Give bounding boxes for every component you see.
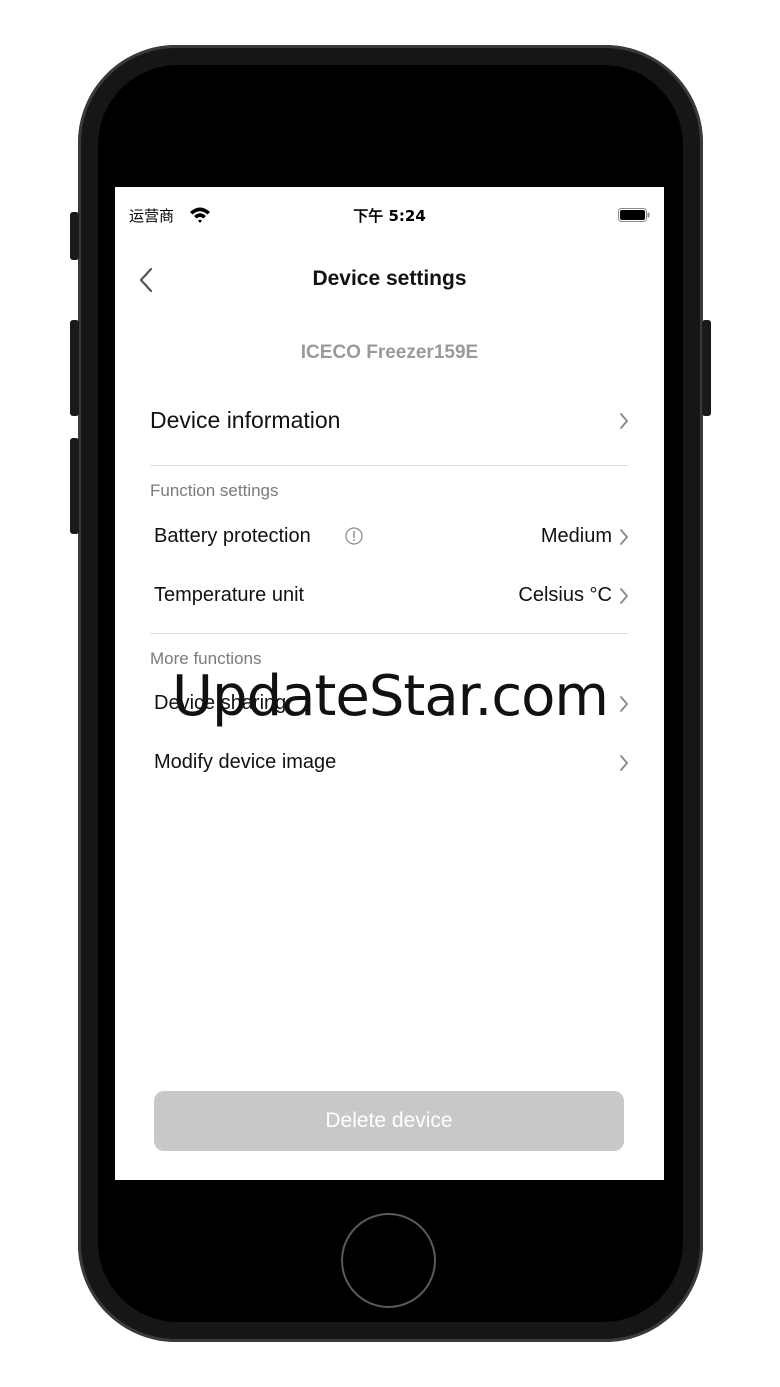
device-name: ICECO Freezer159E — [300, 342, 479, 363]
divider — [150, 465, 628, 466]
watermark: UpdateStar.com — [172, 664, 609, 729]
modify-device-image-row[interactable]: Modify device image — [150, 743, 630, 783]
device-information-label: Device information — [150, 407, 341, 433]
info-icon[interactable] — [345, 527, 363, 545]
volume-down-button — [70, 438, 79, 534]
chevron-right-icon — [620, 529, 628, 545]
power-button — [702, 320, 711, 416]
status-bar: 运营商 下午 5:24 — [115, 205, 664, 229]
modify-device-image-label: Modify device image — [154, 751, 337, 773]
chevron-right-icon — [620, 413, 628, 429]
function-settings-heading: Function settings — [150, 481, 279, 500]
mute-switch — [70, 212, 79, 260]
temperature-unit-value: Celsius °C — [518, 584, 612, 606]
battery-protection-row[interactable]: Battery protection Medium — [150, 517, 630, 557]
volume-up-button — [70, 320, 79, 416]
home-button[interactable] — [341, 1213, 436, 1308]
chevron-right-icon — [620, 588, 628, 604]
temperature-unit-label: Temperature unit — [154, 584, 305, 606]
delete-device-button[interactable]: Delete device — [154, 1091, 624, 1151]
page-title: Device settings — [312, 267, 467, 290]
chevron-right-icon — [620, 755, 628, 771]
temperature-unit-row[interactable]: Temperature unit Celsius °C — [150, 576, 630, 616]
status-time: 下午 5:24 — [353, 207, 426, 225]
device-information-row[interactable]: Device information — [150, 401, 630, 441]
battery-protection-label: Battery protection — [154, 525, 311, 547]
divider — [150, 633, 628, 634]
battery-icon — [618, 208, 650, 222]
battery-protection-value: Medium — [540, 525, 612, 547]
